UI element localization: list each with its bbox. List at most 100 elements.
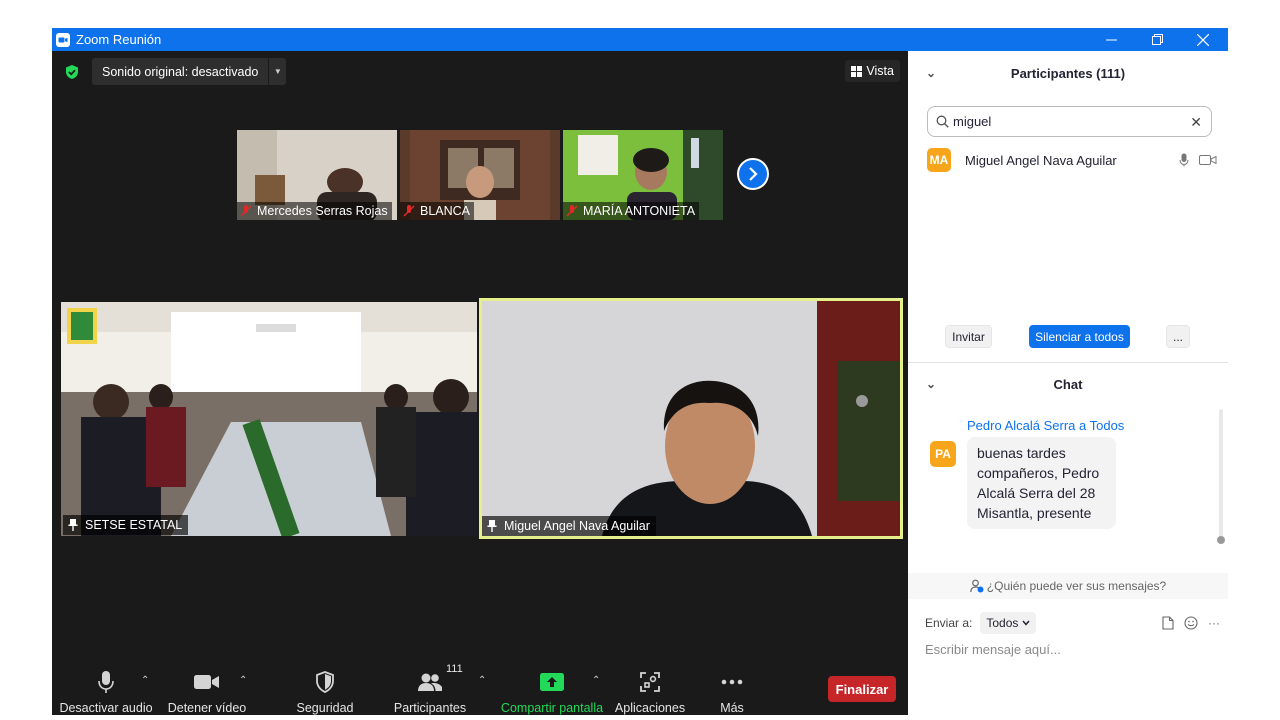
main-video-setse[interactable]: SETSE ESTATAL <box>61 302 477 536</box>
participant-name: MARÍA ANTONIETA <box>583 204 696 218</box>
stop-video-button[interactable]: Detener vídeo <box>164 637 250 715</box>
participant-name-tag: SETSE ESTATAL <box>63 515 189 535</box>
end-meeting-button[interactable]: Finalizar <box>828 676 896 702</box>
restore-icon <box>1151 34 1163 45</box>
chat-panel-header: ⌄ Chat <box>908 372 1228 396</box>
participant-name-tag: Mercedes Serras Rojas <box>237 202 392 220</box>
invite-button[interactable]: Invitar <box>945 325 992 348</box>
participant-name-tag: BLANCA <box>400 202 475 220</box>
participant-thumbnail[interactable]: MARÍA ANTONIETA <box>563 130 723 220</box>
share-options-caret-icon[interactable]: ⌃ <box>592 675 600 686</box>
search-icon <box>936 115 949 128</box>
apps-label: Aplicaciones <box>614 701 686 715</box>
close-window-button[interactable] <box>1180 28 1226 51</box>
clear-search-icon[interactable]: ✕ <box>1190 114 1202 131</box>
microphone-icon <box>98 671 114 693</box>
send-to-value: Todos <box>986 616 1019 630</box>
share-screen-label: Compartir pantalla <box>500 701 604 715</box>
chevron-right-icon <box>749 167 758 181</box>
meeting-toolbar: Desactivar audio ⌃ Detener vídeo ⌃ Segur… <box>52 637 908 715</box>
stop-video-label: Detener vídeo <box>167 701 247 715</box>
next-page-button[interactable] <box>737 158 769 190</box>
video-camera-icon <box>194 675 219 689</box>
apps-icon <box>640 672 660 692</box>
security-shield-icon <box>316 671 334 693</box>
original-sound-label[interactable]: Sonido original: desactivado <box>92 58 270 85</box>
participants-icon <box>418 673 442 691</box>
original-sound-toggle[interactable]: Sonido original: desactivado ▼ <box>92 58 287 85</box>
participants-count: 111 <box>446 663 463 675</box>
share-screen-icon <box>540 673 564 691</box>
participants-actions: Invitar Silenciar a todos ... <box>908 325 1228 351</box>
participant-name-tag: MARÍA ANTONIETA <box>563 202 700 220</box>
mic-muted-icon <box>566 205 578 217</box>
who-can-see-messages[interactable]: ¿Quién puede ver sus mensajes? <box>908 573 1228 599</box>
restore-button[interactable] <box>1134 28 1180 51</box>
view-button[interactable]: Vista <box>845 60 900 82</box>
emoji-icon[interactable] <box>1184 616 1198 630</box>
side-panel: ⌄ Participantes (111) ✕ MA Miguel Angel … <box>908 51 1228 692</box>
minimize-button[interactable] <box>1088 28 1134 51</box>
mute-all-button[interactable]: Silenciar a todos <box>1029 325 1130 348</box>
participant-list-name: Miguel Angel Nava Aguilar <box>965 152 1117 168</box>
microphone-icon[interactable] <box>1179 153 1189 167</box>
participants-label: Participantes <box>393 701 467 715</box>
title-bar: Zoom Reunión <box>52 28 1228 51</box>
audio-options-caret-icon[interactable]: ⌃ <box>141 675 149 686</box>
close-icon <box>1197 33 1209 46</box>
participants-panel-header: ⌄ Participantes (111) <box>908 61 1228 85</box>
participants-button[interactable]: 111 Participantes <box>390 637 470 715</box>
file-icon[interactable] <box>1162 616 1174 630</box>
participant-search-input[interactable] <box>953 114 1173 129</box>
participants-options-caret-icon[interactable]: ⌃ <box>478 675 486 686</box>
person-info-icon <box>969 579 984 593</box>
more-button[interactable]: Más <box>708 637 756 715</box>
participants-more-button[interactable]: ... <box>1166 325 1190 348</box>
chat-message-input[interactable] <box>925 638 1215 660</box>
zoom-logo-icon <box>56 32 70 47</box>
participant-list-item[interactable]: MA Miguel Angel Nava Aguilar <box>927 147 1217 173</box>
video-camera-icon[interactable] <box>1199 154 1217 166</box>
mic-muted-icon <box>403 205 415 217</box>
encryption-shield-icon[interactable] <box>64 64 80 80</box>
meeting-area: Sonido original: desactivado ▼ Vista Mer… <box>52 51 908 715</box>
mute-audio-button[interactable]: Desactivar audio <box>59 637 153 715</box>
minimize-icon <box>1105 39 1117 41</box>
participant-video-feed <box>61 302 477 536</box>
pin-icon <box>487 520 497 532</box>
participants-panel-title: Participantes (111) <box>1010 65 1126 81</box>
send-to-select[interactable]: Todos <box>980 612 1037 634</box>
pin-icon <box>68 519 78 531</box>
more-label: Más <box>720 701 744 715</box>
chat-message-sender[interactable]: Pedro Alcalá Serra a Todos <box>967 418 1124 433</box>
apps-button[interactable]: Aplicaciones <box>614 637 686 715</box>
chat-scrollbar-thumb[interactable] <box>1217 536 1225 544</box>
send-to-row: Enviar a: Todos ··· <box>925 610 1220 636</box>
mute-audio-label: Desactivar audio <box>59 701 153 715</box>
chat-scrollbar[interactable] <box>1219 409 1223 539</box>
view-label: Vista <box>866 64 894 78</box>
main-video-active-speaker[interactable]: Miguel Angel Nava Aguilar <box>479 298 903 539</box>
participant-video-feed <box>482 301 900 536</box>
original-sound-caret-icon[interactable]: ▼ <box>269 67 286 76</box>
security-label: Seguridad <box>296 701 354 715</box>
grid-view-icon <box>851 65 863 77</box>
share-screen-button[interactable]: Compartir pantalla <box>500 637 604 715</box>
video-options-caret-icon[interactable]: ⌃ <box>239 675 247 686</box>
participant-name: SETSE ESTATAL <box>85 518 183 532</box>
avatar: MA <box>927 148 951 172</box>
participant-name-tag: Miguel Angel Nava Aguilar <box>482 516 656 536</box>
participant-search-box[interactable]: ✕ <box>927 106 1212 137</box>
mic-muted-icon <box>240 205 252 217</box>
window-title: Zoom Reunión <box>76 32 162 47</box>
security-button[interactable]: Seguridad <box>288 637 362 715</box>
zoom-window: Zoom Reunión Sonido original: desactivad… <box>52 28 1228 715</box>
collapse-chat-icon[interactable]: ⌄ <box>926 377 936 391</box>
who-can-see-label: ¿Quién puede ver sus mensajes? <box>986 579 1167 593</box>
participant-name: Mercedes Serras Rojas <box>257 204 388 218</box>
participant-thumbnail[interactable]: Mercedes Serras Rojas <box>237 130 397 220</box>
chat-more-icon[interactable]: ··· <box>1208 616 1220 630</box>
participant-thumbnail[interactable]: BLANCA <box>400 130 560 220</box>
more-dots-icon <box>721 679 743 685</box>
collapse-participants-icon[interactable]: ⌄ <box>926 66 936 80</box>
